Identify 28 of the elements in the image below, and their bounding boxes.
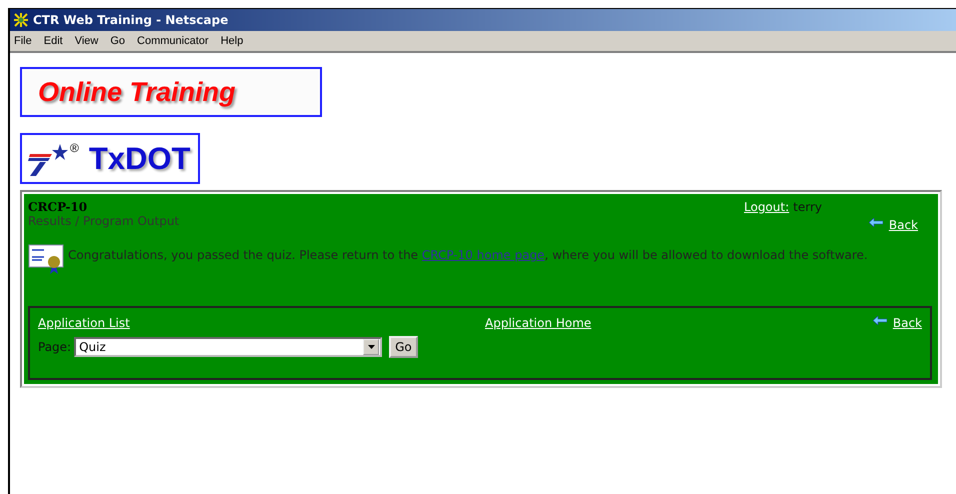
window-title: CTR Web Training - Netscape	[33, 13, 228, 27]
logo-text: TxDOT	[88, 140, 190, 176]
application-list-link[interactable]: Application List	[38, 316, 130, 330]
page-subtitle: Results / Program Output	[28, 214, 180, 228]
user-name: terry	[793, 200, 822, 214]
go-button[interactable]: Go	[389, 336, 418, 358]
menu-item[interactable]: Help	[220, 35, 244, 47]
back-link[interactable]: Back	[872, 316, 922, 330]
back-arrow-icon	[872, 316, 887, 325]
netscape-star-icon	[13, 12, 29, 28]
dropdown-arrow-icon	[368, 345, 375, 349]
page-select[interactable]: Quiz	[74, 337, 382, 357]
page-label: Page:	[38, 340, 72, 354]
course-title: CRCP-10	[28, 200, 88, 214]
star-flag-logo-icon	[28, 142, 70, 176]
back-arrow-icon	[868, 218, 883, 227]
application-home-link[interactable]: Application Home	[485, 316, 592, 330]
logout-link[interactable]: Logout:	[744, 200, 790, 214]
result-message: Congratulations, you passed the quiz. Please return to the CRCP-10 home page, where you will be allowed to download the software.	[68, 248, 869, 262]
certificate-icon	[28, 244, 66, 274]
back-link[interactable]: Back	[868, 218, 918, 232]
menu-item[interactable]: Go	[110, 35, 126, 47]
menu-item[interactable]: File	[14, 35, 32, 47]
banner-title: Online Training	[38, 76, 236, 108]
menu-item[interactable]: Edit	[44, 35, 63, 47]
registered-mark: ®	[70, 141, 79, 155]
menu-item[interactable]: View	[74, 35, 98, 47]
menu-item[interactable]: Communicator	[137, 35, 209, 47]
